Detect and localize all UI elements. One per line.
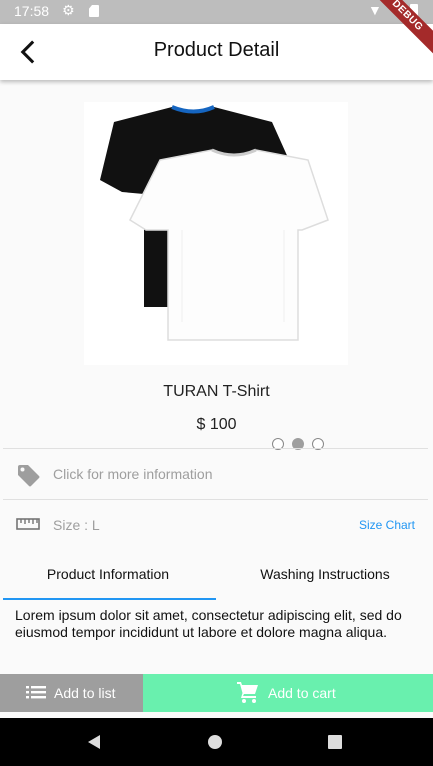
ruler-icon	[16, 517, 40, 530]
system-nav-bar	[0, 718, 433, 766]
product-name: TURAN T-Shirt	[163, 383, 270, 400]
product-price: $ 100	[196, 416, 237, 433]
tab-product-information[interactable]: Product Information	[0, 558, 216, 601]
add-to-cart-label: Add to cart	[268, 685, 336, 701]
status-time: 17:58	[14, 3, 50, 19]
divider	[3, 448, 428, 449]
add-to-cart-button[interactable]: Add to cart	[143, 674, 433, 712]
back-nav-icon[interactable]	[88, 735, 100, 749]
more-info-text: Click for more information	[53, 466, 213, 482]
wifi-icon: ▼	[368, 2, 382, 18]
tshirt-image[interactable]	[84, 102, 348, 450]
add-to-list-label: Add to list	[54, 685, 116, 701]
tab-indicator	[3, 598, 216, 600]
info-tabs: Product Information Washing Instructions	[0, 558, 433, 601]
status-bar: 17:58 ⚙ ▼	[0, 0, 433, 24]
home-nav-icon[interactable]	[208, 735, 222, 749]
app-bar: Product Detail	[0, 24, 433, 80]
more-info-row[interactable]: Click for more information	[0, 450, 433, 498]
action-buttons: Add to list Add to cart	[0, 674, 433, 712]
size-row: Size : L Size Chart	[0, 500, 433, 548]
list-icon	[26, 684, 46, 703]
page-title: Product Detail	[153, 39, 280, 61]
product-description: Lorem ipsum dolor sit amet, consectetur …	[15, 607, 402, 640]
gear-icon: ⚙	[62, 2, 75, 18]
size-chart-link[interactable]: Size Chart	[359, 518, 415, 532]
add-to-list-button[interactable]: Add to list	[0, 674, 143, 712]
recents-nav-icon[interactable]	[328, 735, 342, 749]
size-text: Size : L	[53, 517, 100, 533]
tag-icon	[16, 463, 40, 487]
sd-card-icon	[89, 5, 99, 17]
cart-icon	[236, 680, 260, 707]
tab-washing-instructions[interactable]: Washing Instructions	[217, 558, 433, 601]
